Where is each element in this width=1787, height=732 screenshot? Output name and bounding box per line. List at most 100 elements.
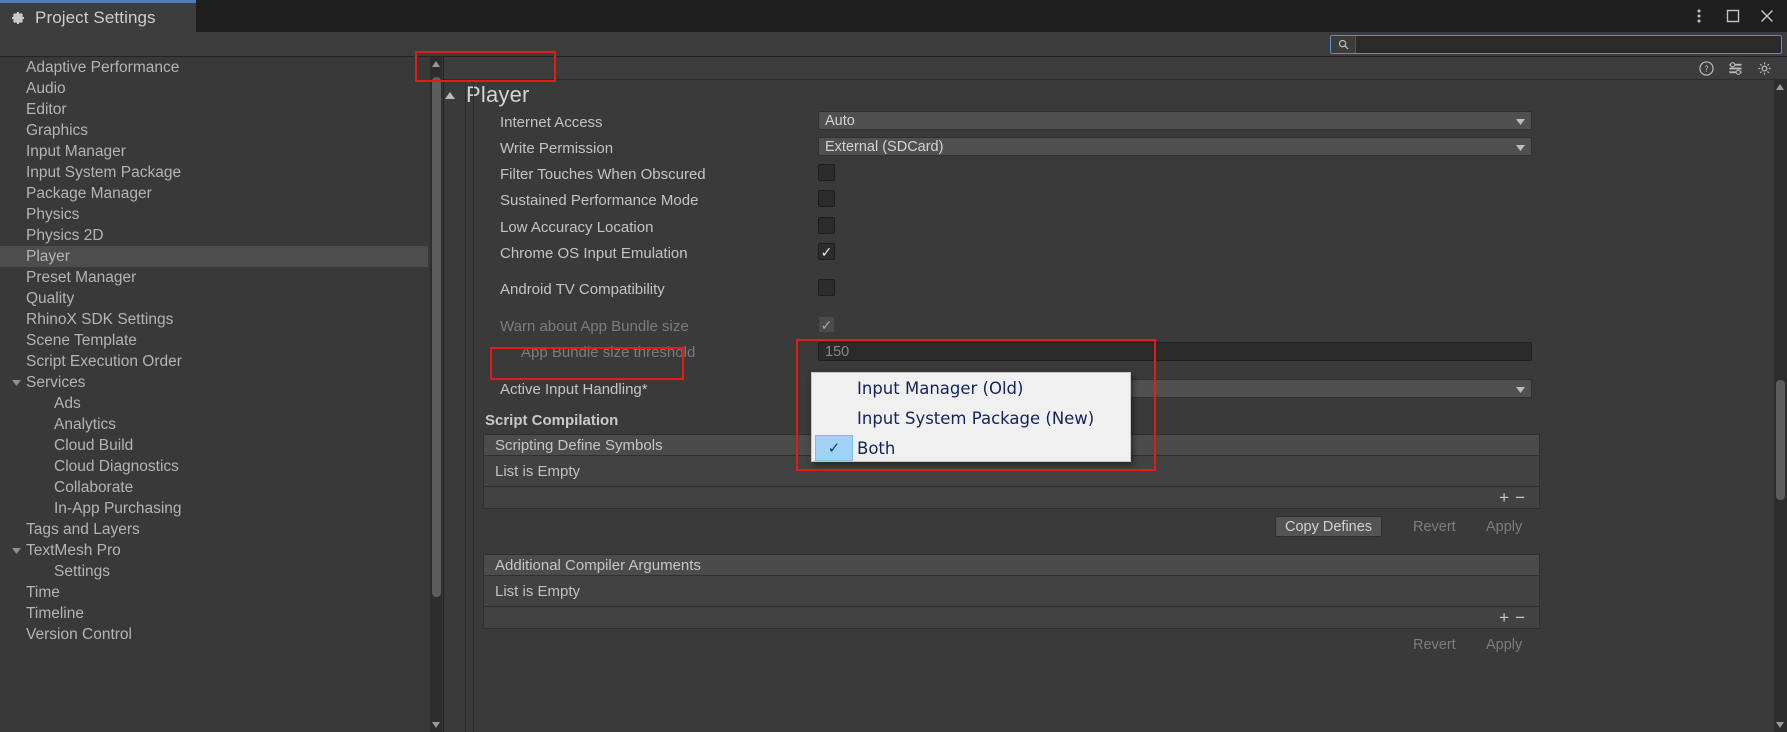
copy-defines-button[interactable]: Copy Defines xyxy=(1275,516,1383,537)
sidebar-item-label: RhinoX SDK Settings xyxy=(26,310,174,328)
sidebar-item-settings[interactable]: Settings xyxy=(0,561,428,582)
warn-app-bundle-size-checkbox: ✓ xyxy=(818,316,835,333)
row-app-bundle-size-threshold: App Bundle size threshold xyxy=(500,339,695,365)
row-label: Low Accuracy Location xyxy=(500,218,654,236)
sidebar-item-graphics[interactable]: Graphics xyxy=(0,120,428,141)
maximize-icon[interactable] xyxy=(1724,8,1741,25)
preset-icon[interactable] xyxy=(1727,60,1744,77)
sidebar-item-timeline[interactable]: Timeline xyxy=(0,603,428,624)
scroll-down-icon[interactable] xyxy=(1774,718,1786,732)
apply-defines-button: Apply xyxy=(1486,518,1523,535)
tab-project-settings[interactable]: Project Settings xyxy=(0,0,196,32)
write-permission-value: External (SDCard) xyxy=(825,138,944,155)
check-icon: ✓ xyxy=(820,316,833,333)
check-slot xyxy=(815,375,853,401)
chevron-down-icon[interactable] xyxy=(10,544,23,557)
sidebar-item-quality[interactable]: Quality xyxy=(0,288,428,309)
sidebar-item-label: Adaptive Performance xyxy=(26,58,180,76)
sidebar-item-audio[interactable]: Audio xyxy=(0,78,428,99)
search-input[interactable] xyxy=(1356,37,1781,52)
row-warn-app-bundle-size: Warn about App Bundle size xyxy=(500,313,689,339)
sidebar-item-preset-manager[interactable]: Preset Manager xyxy=(0,267,428,288)
chevron-down-icon xyxy=(1516,139,1525,155)
plus-icon[interactable]: + xyxy=(1499,608,1509,628)
sidebar-item-adaptive-performance[interactable]: Adaptive Performance xyxy=(0,57,428,78)
sidebar-item-label: Script Execution Order xyxy=(26,352,182,370)
sidebar-item-label: Tags and Layers xyxy=(26,520,140,538)
sidebar-item-label: Analytics xyxy=(54,415,117,433)
sidebar-item-in-app-purchasing[interactable]: In-App Purchasing xyxy=(0,498,428,519)
sidebar-item-input-manager[interactable]: Input Manager xyxy=(0,141,428,162)
dropdown-option-label: Input Manager (Old) xyxy=(857,378,1024,398)
chromeos-input-emulation-checkbox[interactable]: ✓ xyxy=(818,243,835,260)
scroll-up-icon[interactable] xyxy=(430,57,442,71)
gear-icon[interactable] xyxy=(1756,60,1773,77)
sidebar-item-tags-and-layers[interactable]: Tags and Layers xyxy=(0,519,428,540)
sidebar-item-cloud-build[interactable]: Cloud Build xyxy=(0,435,428,456)
sidebar-item-physics-2d[interactable]: Physics 2D xyxy=(0,225,428,246)
sidebar-item-textmesh-pro[interactable]: TextMesh Pro xyxy=(0,540,428,561)
sidebar-item-cloud-diagnostics[interactable]: Cloud Diagnostics xyxy=(0,456,428,477)
main-scrollbar[interactable] xyxy=(1774,80,1787,732)
sidebar-item-label: Settings xyxy=(54,562,111,580)
row-write-permission: Write Permission xyxy=(500,135,613,161)
sidebar-item-time[interactable]: Time xyxy=(0,582,428,603)
sidebar-item-editor[interactable]: Editor xyxy=(0,99,428,120)
sustained-performance-checkbox[interactable] xyxy=(818,190,835,207)
sidebar-item-label: Physics 2D xyxy=(26,226,104,244)
panel-header-toolbar: ? xyxy=(444,57,1787,80)
scroll-up-icon[interactable] xyxy=(1774,80,1786,94)
android-tv-compatibility-checkbox[interactable] xyxy=(818,279,835,296)
row-filter-touches: Filter Touches When Obscured xyxy=(500,161,706,187)
sidebar-scroll-thumb[interactable] xyxy=(432,77,441,597)
row-internet-access: Internet Access xyxy=(500,109,603,135)
sidebar-item-player[interactable]: Player xyxy=(0,246,428,267)
sidebar-item-analytics[interactable]: Analytics xyxy=(0,414,428,435)
filter-touches-checkbox[interactable] xyxy=(818,164,835,181)
settings-category-tree[interactable]: Adaptive Performance Audio Editor Graphics I… xyxy=(0,57,428,732)
close-icon[interactable] xyxy=(1758,8,1775,25)
main-scroll-thumb[interactable] xyxy=(1776,380,1785,500)
dropdown-option-input-manager-old[interactable]: Input Manager (Old) xyxy=(812,373,1130,403)
help-icon[interactable]: ? xyxy=(1698,60,1715,77)
row-sustained-performance: Sustained Performance Mode xyxy=(500,187,698,213)
sidebar-item-input-system-package[interactable]: Input System Package xyxy=(0,162,428,183)
sidebar-item-collaborate[interactable]: Collaborate xyxy=(0,477,428,498)
sidebar-item-label: Services xyxy=(26,373,86,391)
internet-access-dropdown[interactable]: Auto xyxy=(818,111,1532,130)
minus-icon[interactable]: − xyxy=(1515,488,1525,508)
plus-icon[interactable]: + xyxy=(1499,488,1509,508)
scroll-down-icon[interactable] xyxy=(430,718,442,732)
low-accuracy-location-checkbox[interactable] xyxy=(818,217,835,234)
sidebar-item-label: Cloud Diagnostics xyxy=(54,457,179,475)
sidebar-scrollbar[interactable] xyxy=(430,57,442,732)
sidebar-item-physics[interactable]: Physics xyxy=(0,204,428,225)
sidebar-item-label: Preset Manager xyxy=(26,268,137,286)
title-bar: Project Settings xyxy=(0,0,1787,32)
sidebar-item-ads[interactable]: Ads xyxy=(0,393,428,414)
sidebar-item-services[interactable]: Services xyxy=(0,372,428,393)
dropdown-option-label: Both xyxy=(857,438,896,458)
chevron-down-icon[interactable] xyxy=(10,376,23,389)
sidebar-item-package-manager[interactable]: Package Manager xyxy=(0,183,428,204)
write-permission-dropdown[interactable]: External (SDCard) xyxy=(818,137,1532,156)
sidebar-item-script-execution-order[interactable]: Script Execution Order xyxy=(0,351,428,372)
sidebar-item-label: Collaborate xyxy=(54,478,134,496)
minus-icon[interactable]: − xyxy=(1515,608,1525,628)
sidebar-item-label: Physics xyxy=(26,205,80,223)
revert-args-button: Revert xyxy=(1413,636,1456,653)
sidebar-item-scene-template[interactable]: Scene Template xyxy=(0,330,428,351)
additional-compiler-arguments-header[interactable]: Additional Compiler Arguments xyxy=(483,554,1540,576)
indent-guide-1 xyxy=(465,80,466,732)
active-input-handling-dropdown-popup[interactable]: Input Manager (Old) Input System Package … xyxy=(811,372,1131,462)
sidebar-item-version-control[interactable]: Version Control xyxy=(0,624,428,645)
foldout-collapse-icon[interactable] xyxy=(444,84,461,106)
dropdown-option-both[interactable]: ✓ Both xyxy=(812,433,1130,463)
check-slot xyxy=(815,405,853,431)
kebab-menu-icon[interactable] xyxy=(1690,8,1707,25)
dropdown-option-input-system-package-new[interactable]: Input System Package (New) xyxy=(812,403,1130,433)
sidebar-item-rhinox-sdk-settings[interactable]: RhinoX SDK Settings xyxy=(0,309,428,330)
sidebar-item-label: Ads xyxy=(54,394,81,412)
search-box[interactable] xyxy=(1330,35,1782,54)
row-label: Warn about App Bundle size xyxy=(500,317,689,335)
